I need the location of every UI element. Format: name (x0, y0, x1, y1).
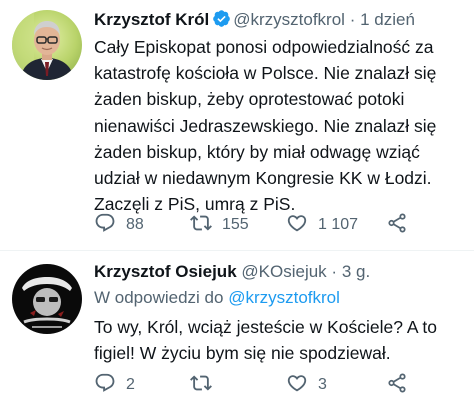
timestamp[interactable]: 3 g. (342, 262, 370, 281)
author-handle[interactable]: @krzysztofkrol (233, 10, 345, 29)
avatar[interactable] (12, 264, 82, 334)
replying-to: W odpowiedzi do @krzysztofkrol (94, 287, 340, 309)
reply-count: 88 (126, 216, 144, 233)
reply-button[interactable]: 2 (94, 373, 135, 397)
tweet-header: Krzysztof Król @krzysztofkrol · 1 dzień (94, 9, 415, 31)
like-button[interactable]: 1 107 (286, 213, 358, 237)
tweet-header: Krzysztof Osiejuk @KOsiejuk · 3 g. (94, 261, 370, 283)
tweet[interactable]: Krzysztof Król @krzysztofkrol · 1 dzień C… (0, 0, 474, 250)
reply-icon (94, 212, 116, 239)
author-name[interactable]: Krzysztof Osiejuk (94, 262, 237, 281)
retweet-count: 155 (222, 216, 249, 233)
verified-badge-icon (212, 9, 231, 28)
share-button[interactable] (386, 373, 408, 397)
retweet-icon (190, 372, 212, 399)
tweet-actions: 88 155 1 107 (94, 213, 424, 237)
avatar[interactable] (12, 10, 82, 80)
like-count: 1 107 (318, 216, 359, 233)
like-count: 3 (318, 376, 327, 393)
retweet-button[interactable] (190, 373, 222, 397)
share-icon (386, 212, 408, 239)
author-name[interactable]: Krzysztof Król (94, 10, 209, 29)
reply-button[interactable]: 88 (94, 213, 144, 237)
like-icon (286, 372, 308, 399)
share-icon (386, 372, 408, 399)
timestamp[interactable]: 1 dzień (360, 10, 415, 29)
reply-handle-link[interactable]: @krzysztofkrol (228, 288, 340, 307)
tweet-text: Cały Episkopat ponosi odpowiedzialność z… (94, 37, 437, 215)
separator-dot: · (349, 10, 356, 29)
like-button[interactable]: 3 (286, 373, 327, 397)
retweet-button[interactable]: 155 (190, 213, 249, 237)
share-button[interactable] (386, 213, 408, 237)
reply-prefix: W odpowiedzi do (94, 288, 224, 307)
author-handle[interactable]: @KOsiejuk (241, 262, 326, 281)
tweet[interactable]: Krzysztof Osiejuk @KOsiejuk · 3 g. W odp… (0, 250, 474, 417)
reply-icon (94, 372, 116, 399)
reply-count: 2 (126, 376, 135, 393)
tweet-text: To wy, Król, wciąż jesteście w Kościele?… (94, 317, 438, 364)
tweet-actions: 2 3 (94, 373, 424, 397)
retweet-icon (190, 212, 212, 239)
separator-dot: · (331, 262, 338, 281)
like-icon (286, 212, 308, 239)
